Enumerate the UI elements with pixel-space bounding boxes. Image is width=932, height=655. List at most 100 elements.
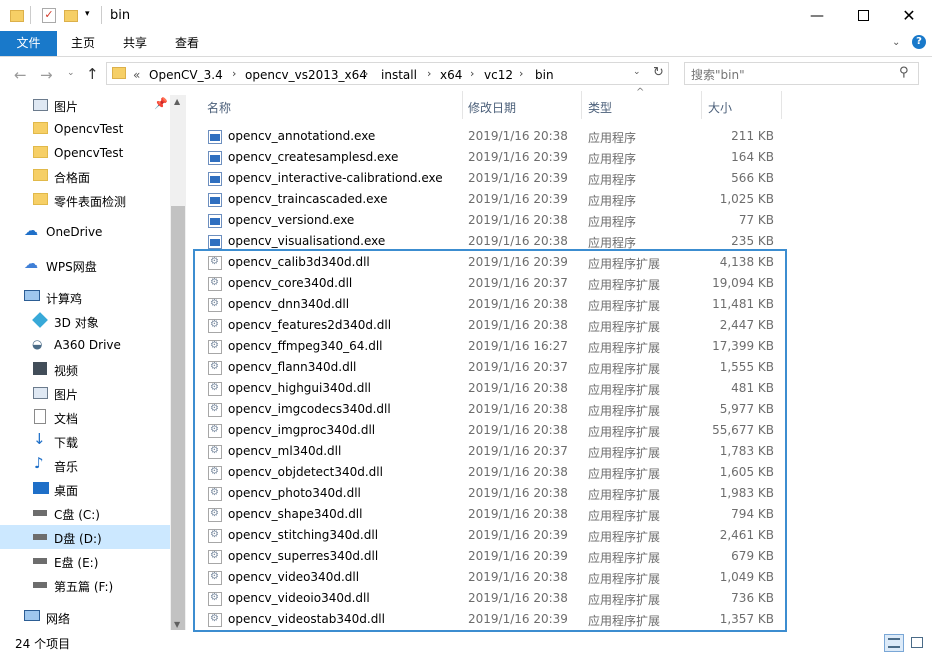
- drive-icon: [33, 582, 47, 588]
- sort-ascending-icon: ^: [636, 87, 645, 98]
- file-size: 235 KB: [731, 234, 774, 248]
- nav-item-opencvtest[interactable]: OpencvTest: [0, 117, 170, 141]
- nav-item-label: 3D 对象: [54, 316, 99, 330]
- file-row[interactable]: opencv_versiond.exe 2019/1/16 20:38 应用程序 77…: [200, 210, 790, 231]
- folder-icon: [10, 8, 24, 23]
- file-row[interactable]: opencv_createsamplesd.exe 2019/1/16 20:39…: [200, 147, 790, 168]
- nav-item-onedrive[interactable]: ☁ OneDrive: [0, 220, 170, 244]
- file-row[interactable]: opencv_annotationd.exe 2019/1/16 20:38 应用程…: [200, 126, 790, 147]
- tab-view[interactable]: 查看: [166, 31, 208, 56]
- nav-item-drive-d[interactable]: D盘 (D:): [0, 525, 170, 549]
- item-count: 24 个项目: [15, 637, 71, 651]
- file-row[interactable]: opencv_traincascaded.exe 2019/1/16 20:39 应…: [200, 189, 790, 210]
- folder-icon: [112, 67, 126, 79]
- nav-item-desktop[interactable]: 桌面: [0, 477, 170, 501]
- back-arrow-icon: ←: [14, 66, 27, 84]
- nav-item-label: 桌面: [54, 484, 79, 498]
- column-header-type[interactable]: 类型: [588, 99, 612, 116]
- file-name: opencv_visualisationd.exe: [228, 234, 386, 248]
- help-icon[interactable]: ?: [912, 35, 926, 49]
- nav-item-a360[interactable]: ◒ A360 Drive: [0, 333, 170, 357]
- thumbnail-view-button[interactable]: [907, 634, 927, 652]
- nav-item-videos[interactable]: 视频: [0, 357, 170, 381]
- scroll-down-icon[interactable]: ▼: [174, 620, 180, 629]
- file-size: 1,025 KB: [719, 192, 774, 206]
- column-divider[interactable]: [581, 91, 582, 119]
- file-date: 2019/1/16 20:38: [468, 213, 568, 227]
- tab-home[interactable]: 主页: [62, 31, 104, 56]
- column-header-size[interactable]: 大小: [708, 99, 732, 116]
- pin-icon[interactable]: 📌: [154, 97, 168, 110]
- chevron-right-icon[interactable]: ›: [232, 67, 236, 80]
- file-date: 2019/1/16 20:39: [468, 150, 568, 164]
- nav-item-label: 音乐: [54, 460, 79, 474]
- nav-item-label: 下载: [54, 436, 79, 450]
- minimize-button[interactable]: —: [794, 0, 840, 31]
- column-header-name[interactable]: 名称: [207, 99, 231, 116]
- recent-locations-dropdown[interactable]: ⌄: [67, 68, 75, 78]
- nav-item-label: 零件表面检测: [54, 195, 127, 209]
- drive-icon: [33, 534, 47, 540]
- ribbon-expand-icon[interactable]: ⌄: [892, 37, 900, 48]
- nav-scrollbar-thumb[interactable]: [171, 206, 185, 630]
- nav-item-pictures-pinned[interactable]: 图片 📌: [0, 93, 170, 117]
- nav-item-3d-objects[interactable]: 3D 对象: [0, 309, 170, 333]
- up-button[interactable]: ↑: [86, 65, 99, 83]
- application-icon: [208, 193, 222, 207]
- maximize-button[interactable]: [840, 0, 886, 31]
- nav-item-network[interactable]: 网络: [0, 605, 170, 629]
- search-icon[interactable]: ⚲: [899, 65, 909, 80]
- address-bar[interactable]: « OpenCV_3.4 › opencv_vs2013_x64 › insta…: [106, 62, 669, 85]
- nav-item-pictures[interactable]: 图片: [0, 381, 170, 405]
- file-date: 2019/1/16 20:38: [468, 234, 568, 248]
- column-headers: 名称 修改日期 类型 ^ 大小: [200, 87, 800, 121]
- column-divider[interactable]: [701, 91, 702, 119]
- chevron-right-icon[interactable]: ›: [519, 67, 523, 80]
- nav-item-label: 图片: [54, 388, 79, 402]
- chevron-right-icon[interactable]: ›: [470, 67, 474, 80]
- cloud-icon: ☁: [24, 256, 38, 272]
- nav-item-wps[interactable]: ☁ WPS网盘: [0, 253, 170, 277]
- nav-item-opencvtest[interactable]: OpencvTest: [0, 141, 170, 165]
- search-input[interactable]: [689, 65, 893, 84]
- nav-item-music[interactable]: ♪ 音乐: [0, 453, 170, 477]
- nav-item-drive-c[interactable]: C盘 (C:): [0, 501, 170, 525]
- tab-share[interactable]: 共享: [114, 31, 156, 56]
- column-divider[interactable]: [462, 91, 463, 119]
- address-dropdown-icon[interactable]: ⌄: [633, 67, 641, 77]
- close-button[interactable]: ✕: [886, 0, 932, 31]
- minimize-icon: —: [810, 7, 824, 24]
- column-header-date[interactable]: 修改日期: [468, 99, 516, 116]
- details-view-button[interactable]: [884, 634, 904, 652]
- nav-item-qualified[interactable]: 合格面: [0, 164, 170, 188]
- folder-icon: [33, 193, 48, 205]
- forward-button[interactable]: →: [40, 66, 53, 84]
- breadcrumb-item[interactable]: vc12: [484, 68, 513, 82]
- breadcrumb-item[interactable]: bin: [535, 68, 554, 82]
- file-row[interactable]: opencv_interactive-calibrationd.exe 2019/…: [200, 168, 790, 189]
- chevron-right-icon[interactable]: ›: [364, 67, 368, 80]
- file-name: opencv_interactive-calibrationd.exe: [228, 171, 443, 185]
- tab-file[interactable]: 文件: [0, 31, 57, 56]
- chevron-right-icon[interactable]: ›: [427, 67, 431, 80]
- nav-item-drive-f[interactable]: 第五篇 (F:): [0, 573, 170, 597]
- nav-item-this-pc[interactable]: 计算鸡: [0, 285, 170, 309]
- column-divider[interactable]: [781, 91, 782, 119]
- breadcrumb-item[interactable]: opencv_vs2013_x64: [245, 68, 367, 82]
- nav-item-downloads[interactable]: ↓ 下载: [0, 429, 170, 453]
- nav-item-surface-detection[interactable]: 零件表面检测: [0, 188, 170, 212]
- search-box[interactable]: ⚲: [684, 62, 919, 85]
- scroll-up-icon[interactable]: ▲: [174, 97, 180, 106]
- properties-icon[interactable]: ✓: [42, 8, 56, 23]
- quick-access-dropdown-icon[interactable]: ▾: [85, 9, 90, 19]
- new-folder-icon[interactable]: [64, 8, 78, 23]
- nav-item-drive-e[interactable]: E盘 (E:): [0, 549, 170, 573]
- breadcrumb-item[interactable]: install: [381, 68, 417, 82]
- nav-item-documents[interactable]: 文档: [0, 405, 170, 429]
- breadcrumb-overflow[interactable]: «: [133, 68, 140, 82]
- back-button[interactable]: ←: [14, 66, 27, 84]
- breadcrumb-item[interactable]: x64: [440, 68, 462, 82]
- breadcrumb-item[interactable]: OpenCV_3.4: [149, 68, 223, 82]
- refresh-icon[interactable]: ↻: [653, 65, 664, 80]
- divider: [30, 6, 31, 24]
